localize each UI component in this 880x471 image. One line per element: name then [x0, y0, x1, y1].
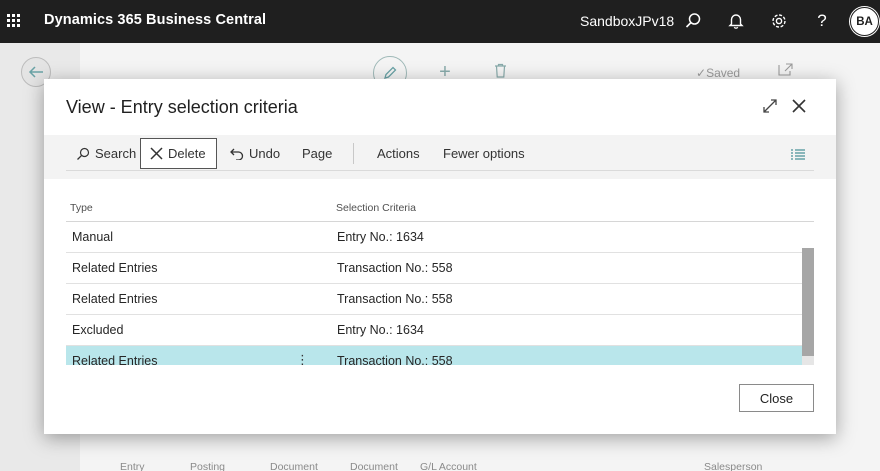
table-row[interactable]: Related Entries Transaction No.: 558 — [66, 284, 814, 315]
column-header-selection-criteria[interactable]: Selection Criteria — [336, 202, 416, 214]
page-menu[interactable]: Page — [302, 138, 332, 169]
page-label: Page — [302, 146, 333, 161]
table-row[interactable]: Related Entries Transaction No.: 558 — [66, 253, 814, 284]
app-title[interactable]: Dynamics 365 Business Central — [44, 12, 266, 28]
table-row[interactable]: Excluded Entry No.: 1634 — [66, 315, 814, 346]
grid-body: Manual Entry No.: 1634 Related Entries T… — [66, 222, 814, 365]
delete-button[interactable]: Delete — [140, 138, 217, 169]
close-button[interactable]: Close — [739, 384, 814, 412]
undo-button[interactable]: Undo — [230, 138, 280, 169]
undo-icon — [230, 148, 244, 160]
bg-column-header: Posting — [190, 461, 226, 471]
fewer-options-label: Fewer options — [443, 146, 525, 161]
cell-type[interactable]: Related Entries — [72, 354, 157, 365]
close-icon[interactable] — [791, 98, 807, 119]
search-icon — [77, 147, 90, 160]
actions-menu[interactable]: Actions — [377, 138, 420, 169]
gear-icon[interactable] — [769, 11, 789, 31]
action-bar-divider — [66, 170, 814, 171]
undo-label: Undo — [249, 146, 281, 161]
search-label: Search — [95, 146, 137, 161]
saved-status: ✓Saved — [696, 66, 741, 80]
dialog-title: View - Entry selection criteria — [66, 97, 298, 117]
cell-type[interactable]: Related Entries — [72, 261, 157, 275]
cell-type[interactable]: Manual — [72, 230, 113, 244]
cell-selection-criteria[interactable]: Transaction No.: 558 — [337, 261, 453, 275]
list-view-icon[interactable] — [791, 147, 805, 165]
user-avatar[interactable]: BA — [850, 7, 879, 36]
top-bar: Dynamics 365 Business Central SandboxJPv… — [0, 0, 880, 43]
scrollbar-thumb[interactable] — [802, 248, 814, 356]
cell-selection-criteria[interactable]: Transaction No.: 558 — [337, 292, 453, 306]
bg-column-header: Document — [350, 461, 398, 471]
cell-selection-criteria[interactable]: Transaction No.: 558 — [337, 354, 453, 365]
row-menu-icon[interactable]: ⋮ — [296, 352, 309, 365]
column-header-type[interactable]: Type — [70, 202, 93, 214]
cell-type[interactable]: Excluded — [72, 323, 123, 337]
environment-name: SandboxJPv18 — [580, 13, 675, 29]
bg-column-header: G/L Account — [420, 461, 477, 471]
waffle-icon[interactable] — [7, 14, 21, 28]
table-row-selected[interactable]: Related Entries ⋮ Transaction No.: 558 — [66, 346, 814, 365]
check-icon: ✓ — [696, 66, 707, 80]
table-row[interactable]: Manual Entry No.: 1634 — [66, 222, 814, 253]
bg-column-header: Salesperson — [704, 461, 763, 471]
selection-criteria-grid: Type Selection Criteria Manual Entry No.… — [66, 197, 814, 365]
fewer-options-button[interactable]: Fewer options — [443, 138, 525, 169]
delete-label: Delete — [168, 146, 206, 161]
bg-column-header: Entry — [120, 461, 145, 471]
cell-selection-criteria[interactable]: Entry No.: 1634 — [337, 323, 424, 337]
entry-selection-dialog: View - Entry selection criteria Search D… — [44, 79, 836, 434]
actions-label: Actions — [377, 146, 420, 161]
action-separator — [353, 143, 354, 164]
bell-icon[interactable] — [726, 11, 746, 31]
search-button[interactable]: Search — [76, 138, 136, 169]
expand-icon[interactable] — [762, 98, 778, 119]
help-icon[interactable]: ? — [812, 11, 832, 31]
grid-header: Type Selection Criteria — [66, 197, 814, 222]
cell-type[interactable]: Related Entries — [72, 292, 157, 306]
delete-x-icon — [150, 147, 163, 160]
search-icon[interactable] — [683, 11, 703, 31]
cell-selection-criteria[interactable]: Entry No.: 1634 — [337, 230, 424, 244]
bg-column-header: Document — [270, 461, 318, 471]
